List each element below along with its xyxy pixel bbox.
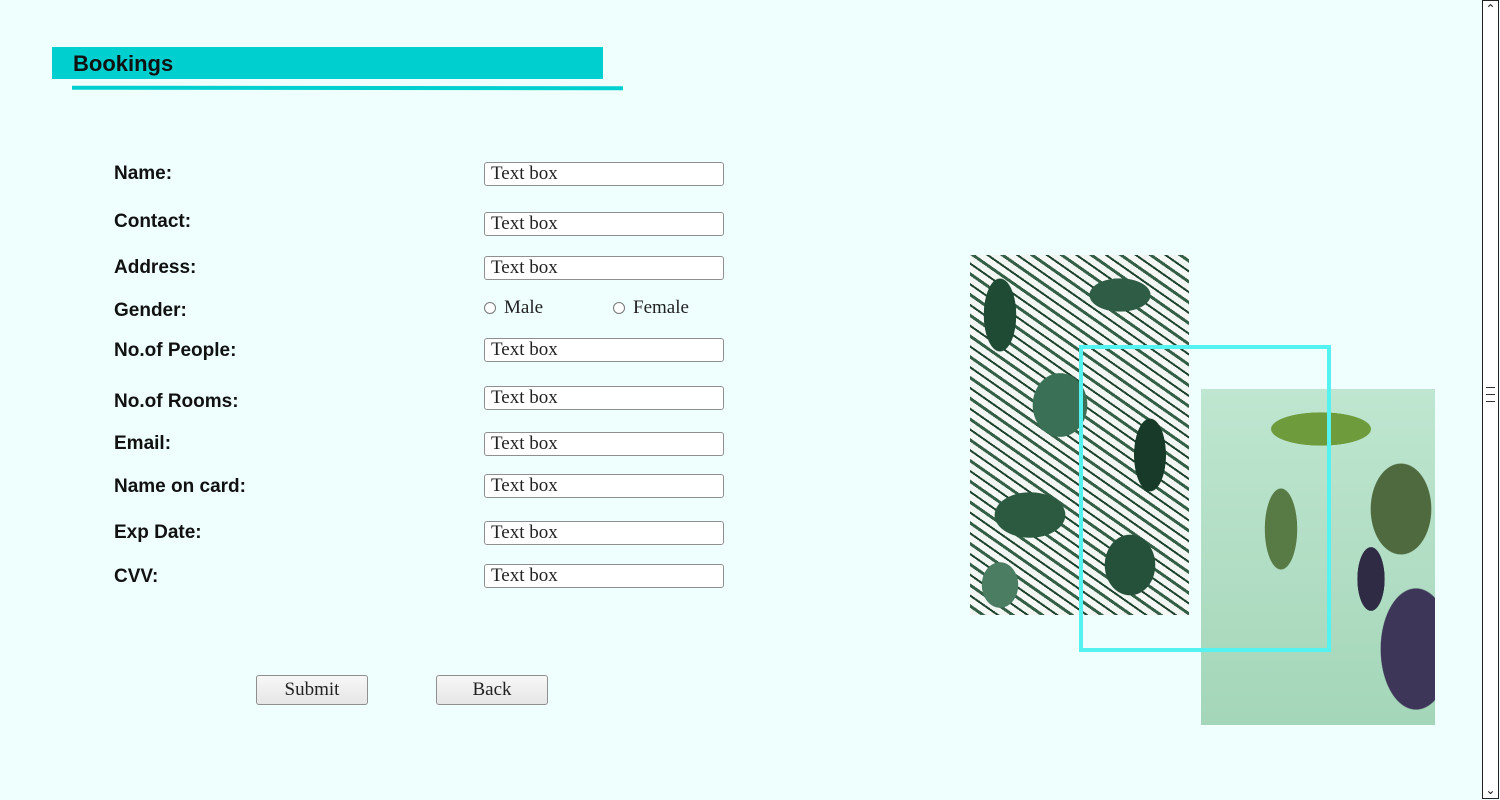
address-input[interactable]	[484, 256, 724, 280]
male-label: Male	[504, 297, 544, 318]
name-input[interactable]	[484, 162, 724, 186]
female-label: Female	[633, 297, 689, 318]
email-label: Email:	[114, 433, 172, 454]
gender-male-option[interactable]: Male	[484, 297, 543, 319]
page-title: Bookings	[73, 51, 174, 76]
scroll-up-icon[interactable]: ⌃	[1483, 1, 1498, 17]
gender-label: Gender:	[114, 300, 187, 321]
booking-page: Bookings Name: Contact: Address: Gender:…	[0, 0, 1500, 800]
title-bar: Bookings	[52, 47, 603, 79]
exp-date-label: Exp Date:	[114, 522, 202, 543]
contact-input[interactable]	[484, 212, 724, 236]
people-label: No.of People:	[114, 340, 237, 361]
rooms-input[interactable]	[484, 386, 724, 410]
decorative-frame	[1079, 345, 1331, 652]
contact-label: Contact:	[114, 211, 192, 232]
scroll-down-icon[interactable]: ⌄	[1483, 782, 1498, 798]
address-label: Address:	[114, 257, 197, 278]
male-radio[interactable]	[484, 302, 496, 314]
vertical-scrollbar[interactable]: ⌃ ⌄	[1482, 0, 1499, 799]
cvv-input[interactable]	[484, 564, 724, 588]
scroll-thumb[interactable]	[1484, 381, 1497, 417]
name-label: Name:	[114, 163, 173, 184]
cvv-label: CVV:	[114, 566, 159, 587]
card-name-label: Name on card:	[114, 476, 246, 497]
exp-date-input[interactable]	[484, 521, 724, 545]
female-radio[interactable]	[613, 302, 625, 314]
card-name-input[interactable]	[484, 474, 724, 498]
email-input[interactable]	[484, 432, 724, 456]
gender-female-option[interactable]: Female	[613, 297, 689, 319]
back-button[interactable]: Back	[436, 675, 548, 705]
rooms-label: No.of Rooms:	[114, 391, 239, 412]
submit-button[interactable]: Submit	[256, 675, 368, 705]
people-input[interactable]	[484, 338, 724, 362]
title-underline	[71, 85, 624, 91]
